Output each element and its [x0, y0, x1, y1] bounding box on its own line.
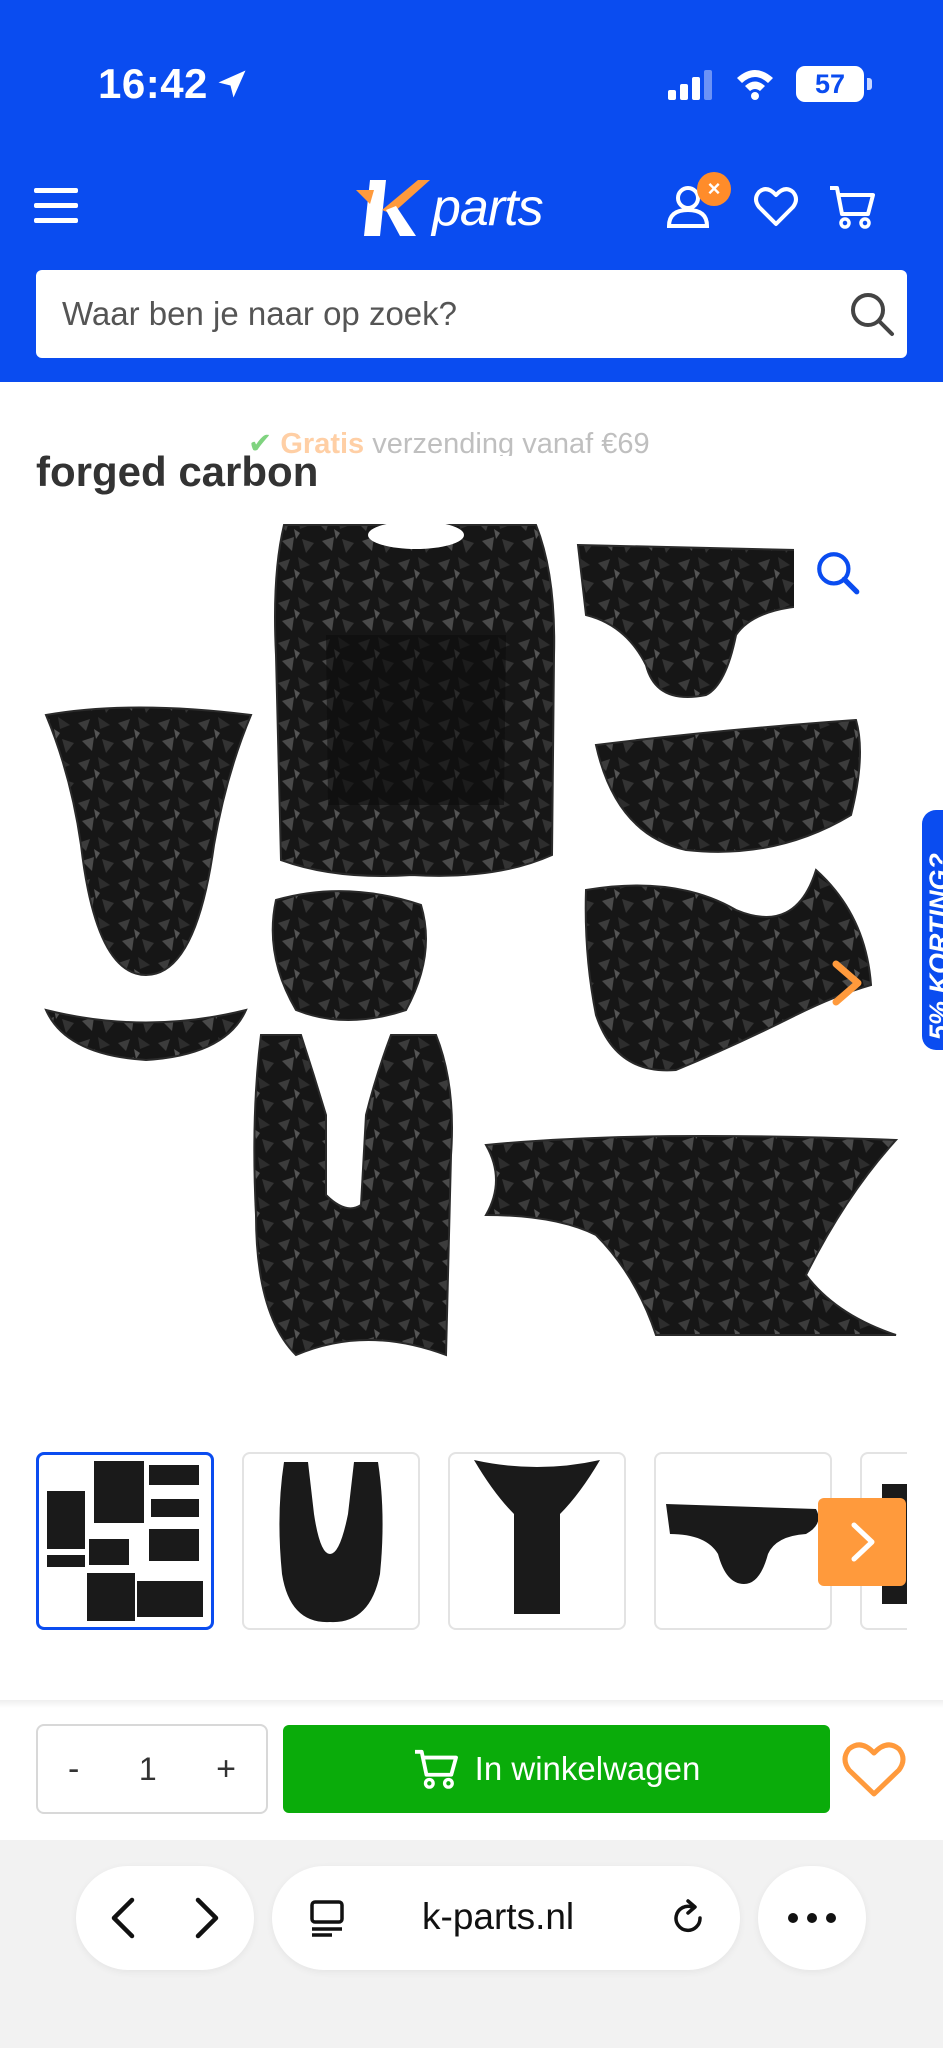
reader-icon[interactable] [308, 1898, 348, 1938]
cart-icon[interactable] [828, 182, 876, 230]
add-to-cart-label: In winkelwagen [474, 1750, 701, 1787]
heart-icon[interactable] [752, 182, 800, 230]
chevron-right-icon [851, 1522, 875, 1562]
quantity-value[interactable]: 1 [139, 1751, 157, 1788]
quantity-plus-button[interactable]: + [216, 1750, 236, 1789]
wishlist-heart-icon[interactable] [840, 1738, 908, 1800]
thumbnail-4[interactable] [654, 1452, 832, 1630]
status-time: 16:42 [98, 60, 208, 107]
thumbnail-2[interactable] [242, 1452, 420, 1630]
search-icon[interactable] [848, 290, 896, 338]
browser-more-button[interactable] [758, 1866, 866, 1970]
page-title: forged carbon [36, 448, 319, 495]
more-icon [788, 1913, 836, 1923]
zoom-button[interactable] [794, 525, 882, 621]
usp-text: verzending vanaf €69 [364, 428, 650, 456]
side-panel-part [594, 718, 861, 853]
browser-nav-buttons [76, 1866, 254, 1970]
site-header: 16:42 57 parts × [0, 0, 943, 382]
wifi-icon [737, 70, 773, 100]
search-box [36, 270, 907, 358]
thumbnail-1[interactable] [36, 1452, 214, 1630]
logo-text: parts [432, 179, 544, 237]
quantity-stepper: - 1 + [36, 1724, 268, 1814]
image-next-chevron-icon[interactable] [830, 958, 866, 1008]
location-arrow-icon [218, 70, 246, 98]
footboard-part [484, 1135, 899, 1336]
site-logo[interactable]: parts [356, 176, 566, 242]
rear-cowl-part [584, 868, 873, 1072]
thumbnail-3[interactable] [448, 1452, 626, 1630]
menu-icon[interactable] [34, 186, 80, 226]
floor-panel-part [253, 1034, 453, 1357]
reload-icon[interactable] [668, 1898, 708, 1938]
browser-url: k-parts.nl [422, 1896, 575, 1937]
add-to-cart-button[interactable]: In winkelwagen [283, 1725, 830, 1813]
rear-mudguard-part [44, 706, 253, 977]
search-input[interactable] [62, 270, 822, 358]
zoom-icon [817, 552, 860, 595]
cart-icon [414, 1749, 458, 1789]
chevron-right-icon[interactable] [186, 1896, 226, 1940]
handlebar-cover-part [576, 543, 829, 698]
promo-label[interactable]: 5% KORTING? [924, 810, 943, 1040]
browser-address-bar[interactable]: k-parts.nl [272, 1866, 740, 1970]
quantity-minus-button[interactable]: - [68, 1750, 79, 1789]
logo-mark-icon [356, 180, 430, 236]
signal-icon [668, 70, 712, 100]
battery-indicator: 57 [796, 66, 872, 102]
thumbnail-next-button[interactable] [818, 1498, 906, 1586]
chevron-left-icon[interactable] [104, 1896, 144, 1940]
divider [0, 1700, 943, 1708]
thumbnail-strip [36, 1452, 907, 1632]
account-badge: × [697, 172, 731, 206]
seat-part [271, 890, 427, 1021]
product-image[interactable] [36, 515, 907, 1395]
